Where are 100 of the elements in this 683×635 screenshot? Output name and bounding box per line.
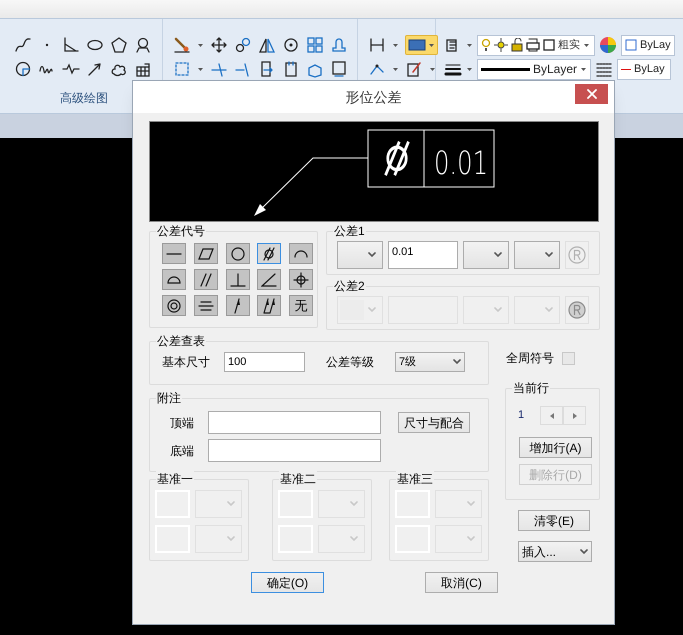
bottom-note-field[interactable] [208,439,381,462]
window-icon[interactable] [330,60,348,78]
angle-symbol-icon [261,272,278,286]
angle-icon[interactable] [62,36,80,54]
printer-icon [526,38,540,52]
next-row-button[interactable] [563,406,586,425]
symbol-button[interactable] [162,295,186,316]
caret-icon [429,66,436,72]
caret-icon [392,42,399,48]
clear-button[interactable]: 清零(E) [518,510,590,531]
chevron-icon [368,252,376,258]
chevron-icon [580,548,588,554]
lock-icon [511,38,523,52]
right-arrow-icon [572,412,577,418]
parallelogram-icon [198,248,214,260]
left-arrow-icon [550,412,554,418]
select-box-icon[interactable] [173,60,191,78]
symbol-button[interactable] [162,243,186,264]
three-lines-icon [198,300,214,310]
symbol-button[interactable] [194,243,218,264]
chevron-icon [227,536,235,542]
arrow-slash-icon [234,298,242,314]
window-title: 形位公差 [346,88,402,106]
symbol-button[interactable]: 无 [289,295,314,316]
chevron-icon [467,536,475,542]
color-wheel-icon[interactable] [599,36,617,54]
current-row-number: 1 [518,408,524,424]
symbol-button[interactable] [257,295,282,316]
slashed-circle-icon [263,246,276,260]
pie-icon[interactable] [14,60,32,78]
symbol-button[interactable] [226,269,250,290]
symbol-button[interactable] [226,295,250,316]
symbol-button[interactable] [257,269,282,290]
symbol-button[interactable] [194,295,218,316]
copy-circles-icon[interactable] [234,36,252,54]
caret-icon [466,66,473,72]
group-label: 公差查表 [156,333,206,349]
edit-sheet-icon[interactable] [405,60,423,78]
group-label: 附注 [156,390,182,406]
chevron-icon [350,536,358,542]
bulb-icon [481,38,491,52]
caret-icon [392,66,399,72]
group-label: 公差代号 [156,223,206,239]
array-icon[interactable] [306,36,324,54]
insert-dropdown[interactable]: 插入... [518,541,592,562]
linetype-combo[interactable]: ByLayer [477,58,591,80]
linetype-name: ByLayer [532,61,577,78]
close-button[interactable] [575,84,608,104]
symbol-button[interactable] [162,269,186,290]
crosshair-icon [293,272,310,288]
group-label: 基准二 [279,471,317,487]
field-label: 顶端 [170,414,194,432]
ok-button[interactable]: 确定(O) [251,572,324,593]
field-label: 基本尺寸 [162,354,211,371]
group-label: 基准一 [156,471,194,487]
straight-line-icon [166,252,182,254]
chevron-icon [453,359,461,365]
slashed-circle-icon [384,140,410,177]
grade-dropdown[interactable]: 7级 [395,352,465,372]
tolerance-tool-button[interactable] [405,35,438,55]
rotate-icon[interactable] [282,36,300,54]
close-icon [586,89,596,99]
top-note-field[interactable] [208,411,381,434]
cancel-button[interactable]: 取消(C) [425,572,498,593]
group-label: 公差1 [333,223,366,239]
lineweight-combo[interactable]: ByLay [617,58,671,80]
brush-icon[interactable] [173,36,191,54]
caret-icon [466,42,473,48]
move-icon[interactable] [210,36,228,54]
lineweight-name: ByLay [634,62,665,77]
add-row-button[interactable]: 增加行(A) [519,437,592,458]
previous-row-button[interactable] [540,406,564,425]
caret-icon [583,42,590,48]
basic-size-field[interactable]: 100 [224,352,305,372]
concentric-circles-icon [167,298,181,312]
curve-icon[interactable] [14,36,32,54]
pentagon-icon[interactable] [110,36,128,54]
stamp-icon[interactable] [330,36,348,54]
color-combo[interactable]: ByLay [621,34,675,56]
chevron-icon [494,252,502,258]
symbol-button[interactable] [257,243,282,264]
layer-combo[interactable]: 粗实 [477,34,595,56]
mirror-icon[interactable] [258,36,276,54]
symbol-button[interactable] [194,269,218,290]
symbol-button[interactable] [289,243,314,264]
perpendicular-icon [230,272,246,286]
fit-button[interactable]: 尺寸与配合 [398,412,470,433]
dimension-icon[interactable] [368,36,386,54]
all-around-checkbox[interactable] [562,352,575,364]
panel-label: 高级绘图 [59,90,109,107]
chevron-icon [545,252,553,258]
chevron-icon [227,501,235,507]
symbol-button[interactable] [289,269,314,290]
square-swatch-icon [625,39,637,51]
layer-name: 粗实 [558,38,580,53]
group-label: 基准三 [396,471,434,487]
square-icon [543,38,555,52]
symbol-button[interactable] [226,243,250,264]
tolerance-value-field[interactable]: 0.01 [388,241,458,269]
circled-r-icon [567,300,587,320]
